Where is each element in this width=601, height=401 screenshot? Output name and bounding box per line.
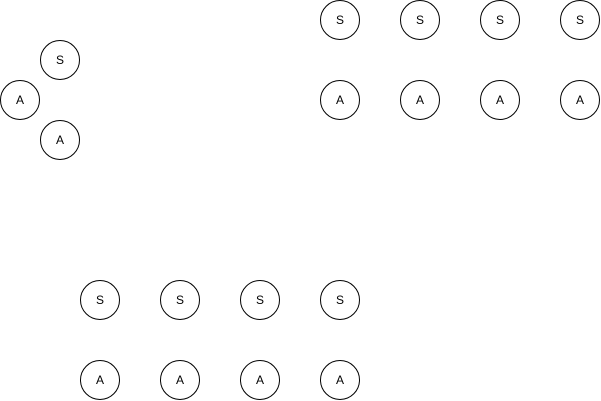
node-label: A bbox=[56, 133, 64, 147]
node-label: A bbox=[176, 373, 184, 387]
node-a: A bbox=[40, 120, 80, 160]
node-label: S bbox=[96, 293, 104, 307]
node-a: A bbox=[560, 80, 600, 120]
top-right-grid: S S S S A A A A bbox=[320, 0, 600, 120]
node-s: S bbox=[240, 280, 280, 320]
node-a: A bbox=[400, 80, 440, 120]
node-a: A bbox=[480, 80, 520, 120]
node-s: S bbox=[560, 0, 600, 40]
node-a: A bbox=[160, 360, 200, 400]
node-a: A bbox=[240, 360, 280, 400]
node-s: S bbox=[400, 0, 440, 40]
node-s: S bbox=[80, 280, 120, 320]
node-label: S bbox=[336, 293, 344, 307]
triangle-cluster: S A A bbox=[0, 40, 80, 160]
node-label: A bbox=[336, 93, 344, 107]
node-label: A bbox=[576, 93, 584, 107]
node-label: S bbox=[56, 53, 64, 67]
node-label: A bbox=[16, 93, 24, 107]
node-s: S bbox=[480, 0, 520, 40]
node-a: A bbox=[0, 80, 40, 120]
node-label: A bbox=[256, 373, 264, 387]
node-label: S bbox=[416, 13, 424, 27]
node-label: S bbox=[336, 13, 344, 27]
node-s: S bbox=[320, 280, 360, 320]
node-label: A bbox=[416, 93, 424, 107]
node-label: S bbox=[256, 293, 264, 307]
node-a: A bbox=[320, 80, 360, 120]
node-s: S bbox=[320, 0, 360, 40]
node-a: A bbox=[80, 360, 120, 400]
node-label: A bbox=[336, 373, 344, 387]
node-a: A bbox=[320, 360, 360, 400]
node-label: A bbox=[496, 93, 504, 107]
node-label: S bbox=[496, 13, 504, 27]
node-s: S bbox=[160, 280, 200, 320]
bottom-grid: S S S S A A A A bbox=[80, 280, 360, 400]
diagram-canvas: S A A S S S S A A A A S S S S A A A A bbox=[0, 0, 600, 400]
node-label: A bbox=[96, 373, 104, 387]
node-s: S bbox=[40, 40, 80, 80]
node-label: S bbox=[576, 13, 584, 27]
node-label: S bbox=[176, 293, 184, 307]
